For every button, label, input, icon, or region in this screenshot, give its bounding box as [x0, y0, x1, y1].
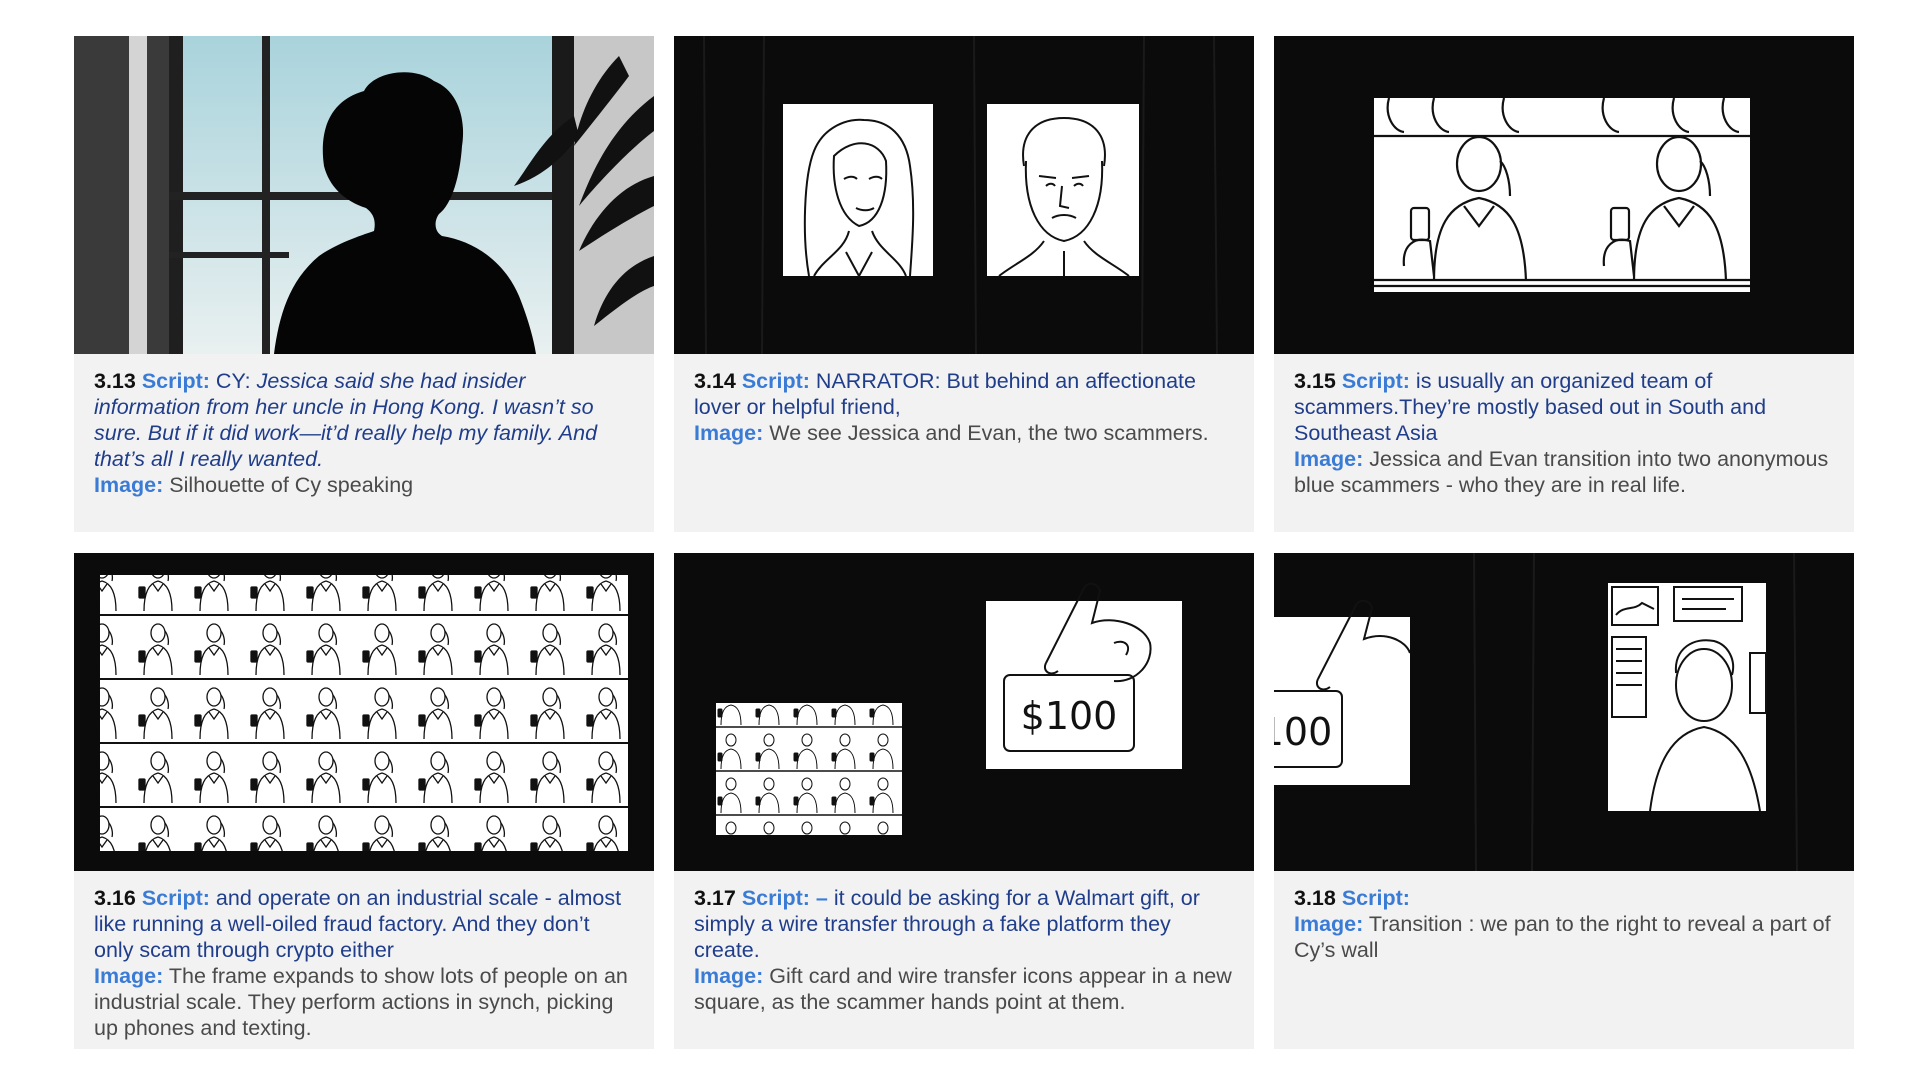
image-label: Image:: [694, 421, 764, 445]
panel-frame-fraud-factory: [74, 553, 654, 871]
image-label: Image:: [1294, 912, 1364, 936]
image-text: We see Jessica and Evan, the two scammer…: [769, 421, 1209, 445]
panel-frame-two-scammers: [1274, 36, 1854, 354]
image-text: Silhouette of Cy speaking: [169, 473, 414, 497]
image-text: The frame expands to show lots of people…: [94, 964, 628, 1040]
panel-number: 3.13: [94, 369, 136, 393]
panel-number: 3.17: [694, 886, 736, 910]
script-label: Script:: [1341, 886, 1410, 910]
panel-number: 3.14: [694, 369, 736, 393]
panel-caption-3-17: 3.17 Script: – it could be asking for a …: [674, 871, 1254, 1049]
silhouette-illustration: [74, 36, 654, 354]
image-label: Image:: [1294, 447, 1364, 471]
panel-caption-3-15: 3.15 Script: is usually an organized tea…: [1274, 354, 1854, 532]
panel-frame-cy-wall: 100: [1274, 553, 1854, 871]
gift-amount-text: $100: [1021, 694, 1118, 738]
panel-frame-portraits: [674, 36, 1254, 354]
script-label: Script:: [141, 369, 210, 393]
image-text: Transition : we pan to the right to reve…: [1294, 912, 1831, 962]
script-label: Script:: [1341, 369, 1410, 393]
two-scammers-illustration: [1274, 36, 1854, 354]
image-label: Image:: [694, 964, 764, 988]
panel-number: 3.15: [1294, 369, 1336, 393]
panel-caption-3-18: 3.18 Script: Image: Transition : we pan …: [1274, 871, 1854, 1049]
panel-frame-gift-card: $100: [674, 553, 1254, 871]
gift-card-illustration: $100: [674, 553, 1254, 871]
storyboard-grid: 3.13 Script: CY: Jessica said she had in…: [0, 0, 1920, 1078]
portraits-illustration: [674, 36, 1254, 354]
panel-frame-silhouette: [74, 36, 654, 354]
image-text: Gift card and wire transfer icons appear…: [694, 964, 1232, 1014]
cy-wall-illustration: 100: [1274, 553, 1854, 871]
panel-caption-3-14: 3.14 Script: NARRATOR: But behind an aff…: [674, 354, 1254, 532]
panel-number: 3.16: [94, 886, 136, 910]
gift-amount-partial-text: 100: [1274, 710, 1332, 754]
image-label: Image:: [94, 964, 164, 988]
fraud-factory-illustration: [74, 553, 654, 871]
panel-caption-3-13: 3.13 Script: CY: Jessica said she had in…: [74, 354, 654, 532]
script-label: Script: –: [741, 886, 828, 910]
script-label: Script:: [741, 369, 810, 393]
image-label: Image:: [94, 473, 164, 497]
panel-number: 3.18: [1294, 886, 1336, 910]
script-speaker: CY:: [215, 369, 257, 393]
panel-caption-3-16: 3.16 Script: and operate on an industria…: [74, 871, 654, 1049]
image-text: Jessica and Evan transition into two ano…: [1294, 447, 1829, 497]
script-label: Script:: [141, 886, 210, 910]
